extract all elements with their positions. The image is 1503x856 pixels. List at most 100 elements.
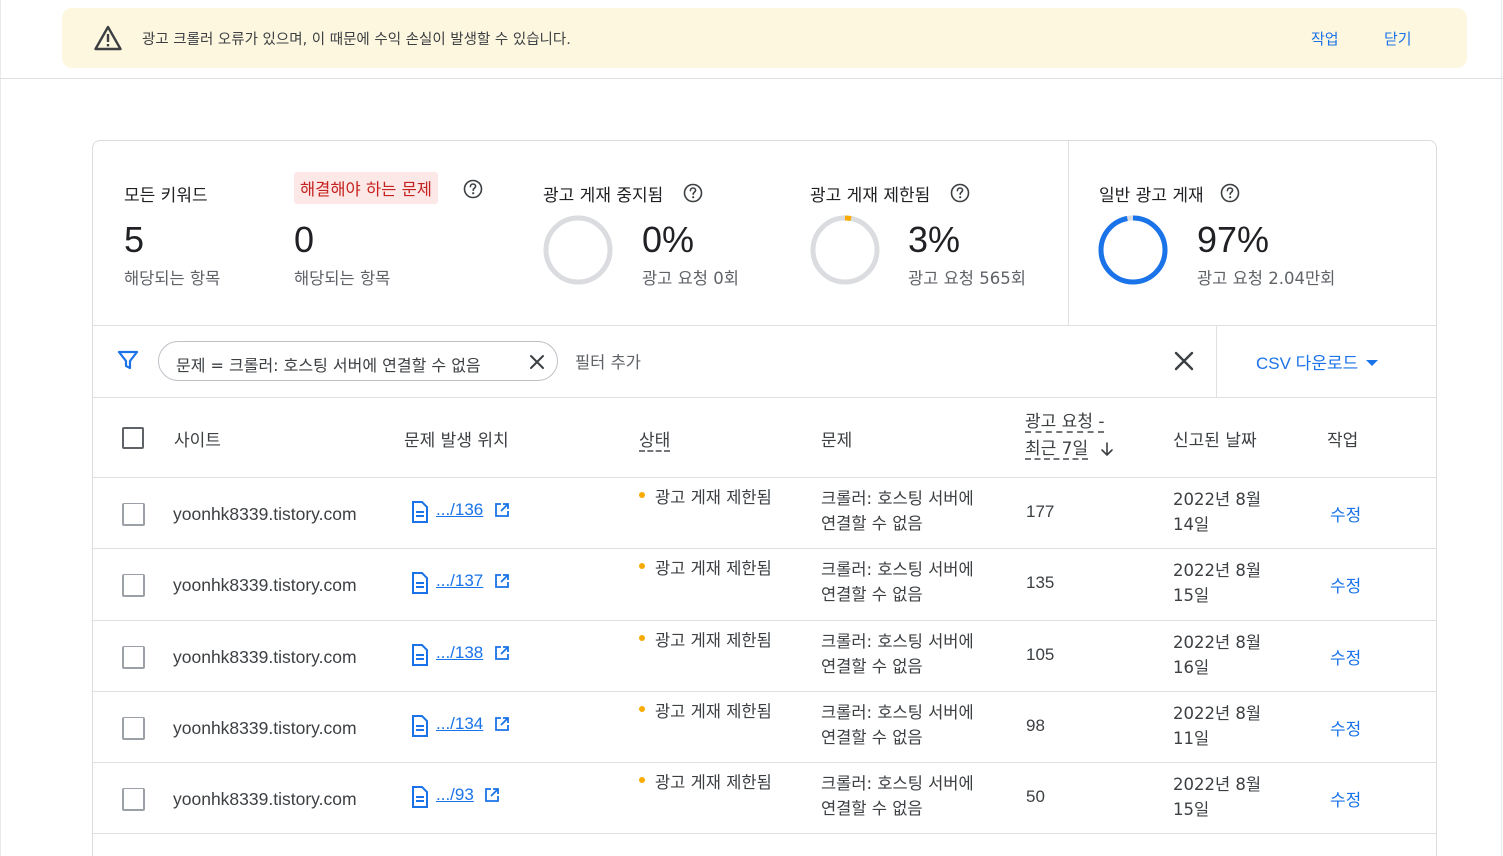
stat-issues-to-fix-label[interactable]: 해결해야 하는 문제	[294, 172, 438, 204]
help-icon[interactable]	[1220, 183, 1240, 203]
status-dot	[639, 492, 645, 498]
warning-icon	[94, 25, 122, 51]
filter-icon[interactable]	[117, 349, 139, 371]
row-issue: 크롤러: 호스팅 서버에 연결할 수 없음	[821, 703, 974, 747]
status-dot	[639, 706, 645, 712]
table-row: yoonhk8339.tistory.com .../136 광고 게재 제한됨…	[93, 477, 1436, 548]
close-icon[interactable]	[527, 352, 547, 372]
row-location-link[interactable]: .../93	[436, 785, 474, 805]
row-site: yoonhk8339.tistory.com	[173, 718, 357, 738]
stat-all-keywords-label[interactable]: 모든 키워드	[124, 181, 208, 206]
filter-bottom-divider	[93, 397, 1436, 398]
csv-download-button[interactable]: CSV 다운로드	[1256, 349, 1379, 374]
csv-download-label: CSV 다운로드	[1256, 354, 1359, 373]
row-checkbox[interactable]	[122, 503, 145, 526]
status-dot	[639, 635, 645, 641]
add-filter-input[interactable]: 필터 추가	[575, 349, 641, 373]
row-status: 광고 게재 제한됨	[655, 773, 772, 792]
row-requests: 177	[1026, 502, 1055, 521]
row-edit-link[interactable]: 수정	[1330, 572, 1361, 597]
document-icon	[412, 572, 428, 594]
header-site: 사이트	[174, 431, 221, 451]
row-status: 광고 게재 제한됨	[655, 631, 772, 650]
header-divider	[0, 78, 1503, 79]
row-edit-link[interactable]: 수정	[1330, 786, 1361, 811]
row-status: 광고 게재 제한됨	[655, 702, 772, 721]
header-requests-line1: 광고 요청 -	[1025, 412, 1105, 432]
row-edit-link[interactable]: 수정	[1330, 715, 1361, 740]
page-left-edge	[0, 0, 1, 856]
help-icon[interactable]	[683, 183, 703, 203]
row-site: yoonhk8339.tistory.com	[173, 504, 357, 524]
row-status: 광고 게재 제한됨	[655, 488, 772, 507]
row-edit-link[interactable]: 수정	[1330, 501, 1361, 526]
external-link-icon[interactable]	[494, 573, 510, 589]
stat-normal-value: 97%	[1197, 219, 1270, 260]
stat-normal-label[interactable]: 일반 광고 게재	[1099, 181, 1204, 206]
row-location-link[interactable]: .../137	[436, 571, 483, 591]
header-location: 문제 발생 위치	[404, 431, 509, 451]
limited-donut-chart	[810, 215, 880, 285]
row-checkbox[interactable]	[122, 574, 145, 597]
row-site: yoonhk8339.tistory.com	[173, 647, 357, 667]
row-location-link[interactable]: .../138	[436, 643, 483, 663]
row-issue: 크롤러: 호스팅 서버에 연결할 수 없음	[821, 560, 974, 604]
banner-close-button[interactable]: 닫기	[1384, 28, 1412, 49]
select-all-checkbox[interactable]	[122, 427, 144, 449]
stat-issues-to-fix-sub: 해당되는 항목	[294, 269, 391, 288]
external-link-icon[interactable]	[494, 645, 510, 661]
row-date: 2022년 8월 11일	[1173, 704, 1262, 748]
external-link-icon[interactable]	[494, 502, 510, 518]
filter-divider	[1216, 326, 1217, 397]
row-date: 2022년 8월 15일	[1173, 775, 1262, 819]
document-icon	[412, 786, 428, 808]
clear-filters-icon[interactable]	[1172, 349, 1196, 373]
row-date: 2022년 8월 14일	[1173, 490, 1262, 534]
banner-action-button[interactable]: 작업	[1311, 28, 1339, 49]
filter-chip[interactable]: 문제 = 크롤러: 호스팅 서버에 연결할 수 없음	[158, 341, 558, 381]
row-location-link[interactable]: .../136	[436, 500, 483, 520]
status-dot	[639, 563, 645, 569]
table-row: yoonhk8339.tistory.com .../138 광고 게재 제한됨…	[93, 620, 1436, 691]
stat-stopped-value: 0%	[642, 219, 695, 260]
external-link-icon[interactable]	[494, 716, 510, 732]
row-requests: 135	[1026, 573, 1055, 592]
row-status: 광고 게재 제한됨	[655, 559, 772, 578]
stat-all-keywords-value: 5	[124, 219, 145, 260]
issues-card: 모든 키워드 5 해당되는 항목 해결해야 하는 문제 0 해당되는 항목 광고…	[92, 140, 1437, 856]
help-icon[interactable]	[463, 179, 483, 199]
row-edit-link[interactable]: 수정	[1330, 644, 1361, 669]
chevron-down-icon	[1366, 359, 1379, 366]
row-site: yoonhk8339.tistory.com	[173, 575, 357, 595]
filter-chip-label: 문제 = 크롤러: 호스팅 서버에 연결할 수 없음	[176, 356, 481, 375]
stat-all-keywords-sub: 해당되는 항목	[124, 269, 221, 288]
row-issue: 크롤러: 호스팅 서버에 연결할 수 없음	[821, 632, 974, 676]
table-row: yoonhk8339.tistory.com .../134 광고 게재 제한됨…	[93, 691, 1436, 762]
header-status[interactable]: 상태	[639, 426, 670, 451]
header-requests-line2: 최근 7일	[1025, 439, 1089, 459]
normal-donut-chart	[1098, 215, 1168, 285]
status-dot	[639, 777, 645, 783]
header-requests[interactable]: 광고 요청 - 최근 7일	[1025, 409, 1114, 463]
document-icon	[412, 715, 428, 737]
stat-limited-value: 3%	[908, 219, 961, 260]
external-link-icon[interactable]	[484, 787, 500, 803]
row-checkbox[interactable]	[122, 788, 145, 811]
header-reported-date: 신고된 날짜	[1173, 431, 1257, 451]
row-requests: 98	[1026, 716, 1045, 735]
row-site: yoonhk8339.tistory.com	[173, 789, 357, 809]
stat-limited-sub: 광고 요청 565회	[908, 269, 1026, 288]
row-date: 2022년 8월 15일	[1173, 561, 1262, 605]
help-icon[interactable]	[950, 183, 970, 203]
row-checkbox[interactable]	[122, 646, 145, 669]
row-issue: 크롤러: 호스팅 서버에 연결할 수 없음	[821, 774, 974, 818]
stat-stopped-label[interactable]: 광고 게재 중지됨	[543, 181, 663, 206]
page-right-edge	[1501, 0, 1502, 856]
row-checkbox[interactable]	[122, 717, 145, 740]
stopped-donut-chart	[543, 215, 613, 285]
row-location-link[interactable]: .../134	[436, 714, 483, 734]
table-row: yoonhk8339.tistory.com .../137 광고 게재 제한됨…	[93, 548, 1436, 619]
stat-issues-to-fix-value: 0	[294, 219, 315, 260]
table-row: yoonhk8339.tistory.com .../93 광고 게재 제한됨 …	[93, 762, 1436, 833]
stat-limited-label[interactable]: 광고 게재 제한됨	[810, 181, 930, 206]
